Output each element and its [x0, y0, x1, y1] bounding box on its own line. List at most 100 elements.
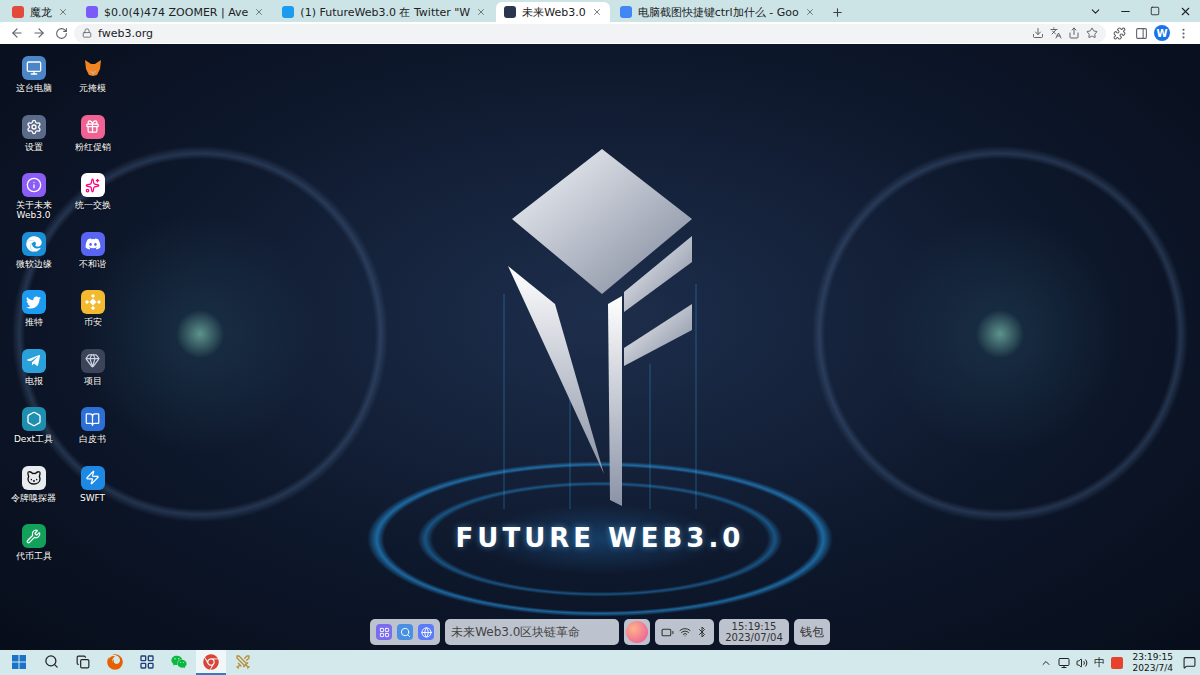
lock-icon: [82, 28, 92, 38]
address-bar[interactable]: fweb3.org: [74, 24, 1106, 43]
forward-button[interactable]: [30, 24, 48, 42]
desktop-icon[interactable]: 这台电脑: [4, 56, 63, 115]
profile-button[interactable]: W: [1154, 25, 1170, 41]
desktop-icon-tile: [81, 290, 105, 314]
game-icon: [235, 654, 251, 670]
taskbar-app[interactable]: [132, 650, 162, 675]
edge-icon: [26, 236, 42, 252]
notification-icon[interactable]: [1183, 656, 1196, 669]
desktop-icon[interactable]: Dext工具: [4, 407, 63, 466]
desktop-icon[interactable]: 粉红促销: [63, 115, 122, 174]
desktop-icon[interactable]: 项目: [63, 349, 122, 408]
desktop-icon-tile: [81, 115, 105, 139]
info-icon: [26, 177, 42, 193]
dock-app[interactable]: [418, 624, 434, 640]
network-icon[interactable]: [1058, 657, 1070, 669]
desktop-icon-label: 关于未来Web3.0: [7, 200, 61, 221]
desktop-icon[interactable]: 不和谐: [63, 232, 122, 291]
desktop-icon[interactable]: 币安: [63, 290, 122, 349]
taskbar-app[interactable]: [196, 650, 226, 675]
side-panel-button[interactable]: [1132, 24, 1150, 42]
desktop-icon-tile: [81, 349, 105, 373]
taskbar-app[interactable]: [164, 650, 194, 675]
desktop-icon[interactable]: 令牌嗅探器: [4, 466, 63, 525]
wechat-icon: [171, 654, 187, 670]
extensions-button[interactable]: [1110, 24, 1128, 42]
taskbar-app[interactable]: [228, 650, 258, 675]
wallet-button[interactable]: 钱包: [794, 619, 830, 645]
telegram-icon: [26, 353, 41, 368]
desktop-icon-tile: [22, 232, 46, 256]
toolbar: fweb3.org W: [0, 22, 1200, 44]
swft-icon: [85, 470, 100, 485]
desktop-icon[interactable]: 微软边缘: [4, 232, 63, 291]
dock-app[interactable]: [397, 624, 413, 640]
search-button[interactable]: [36, 650, 66, 675]
favicon-icon: [620, 6, 632, 18]
tab-search-button[interactable]: [1080, 0, 1110, 22]
desktop-icon[interactable]: 设置: [4, 115, 63, 174]
desktop-icon[interactable]: SWFT: [63, 466, 122, 525]
desktop-icon[interactable]: 代币工具: [4, 524, 63, 583]
desktop-icon-tile: [81, 56, 105, 80]
task-view-icon: [76, 655, 90, 669]
desktop-icon-tile: [22, 290, 46, 314]
browser-tab[interactable]: 魔龙: [4, 2, 76, 22]
ime-indicator[interactable]: 中: [1094, 655, 1105, 670]
globe-icon: [421, 627, 432, 638]
favicon-icon: [282, 6, 294, 18]
volume-icon[interactable]: [1076, 657, 1088, 669]
desktop-icon-tile: [22, 466, 46, 490]
back-button[interactable]: [8, 24, 26, 42]
taskbar-app[interactable]: [100, 650, 130, 675]
close-tab-button[interactable]: [58, 7, 68, 17]
desktop-icon[interactable]: 统一交换: [63, 173, 122, 232]
taskbar-clock[interactable]: 23:19:152023/7/4: [1129, 652, 1177, 673]
favicon-icon: [504, 6, 516, 18]
browser-tab[interactable]: 电脑截图快捷键ctrl加什么 - Goo: [612, 2, 823, 22]
close-icon: [592, 7, 602, 17]
browser-tab[interactable]: 未来Web3.0: [496, 2, 609, 22]
dock-search[interactable]: 未来Web3.0区块链革命: [445, 619, 619, 645]
desktop-icon-label: 项目: [66, 376, 120, 386]
dock-app[interactable]: [376, 624, 392, 640]
browser-tab[interactable]: $0.0(4)474 ZOOMER | Ave: [78, 2, 272, 22]
desktop-icon[interactable]: 关于未来Web3.0: [4, 173, 63, 232]
desktop-icon[interactable]: 电报: [4, 349, 63, 408]
system-tray: 中 23:19:152023/7/4: [1040, 652, 1196, 673]
future-web3-logo-icon: [500, 144, 700, 509]
desktop-icons: 这台电脑设置关于未来Web3.0 微软边缘推特电报 Dext工具令牌嗅探器代币工具 元…: [0, 44, 122, 619]
translate-icon[interactable]: [1050, 27, 1062, 39]
close-tab-button[interactable]: [805, 7, 815, 17]
sogou-icon[interactable]: [1111, 657, 1123, 669]
desktop-icon[interactable]: 元掩模: [63, 56, 122, 115]
desktop-icon-label: Dext工具: [7, 434, 61, 444]
maximize-button[interactable]: [1140, 0, 1170, 22]
desktop-icon[interactable]: 白皮书: [63, 407, 122, 466]
close-tab-button[interactable]: [254, 7, 264, 17]
start-button[interactable]: [4, 650, 34, 675]
desktop-icon-label: 元掩模: [66, 83, 120, 93]
favicon-icon: [86, 6, 98, 18]
dock-avatar[interactable]: [624, 619, 650, 645]
desktop-icon-tile: [22, 349, 46, 373]
menu-button[interactable]: [1174, 24, 1192, 42]
reload-button[interactable]: [52, 24, 70, 42]
binance-icon: [85, 294, 101, 310]
task-view-button[interactable]: [68, 650, 98, 675]
desktop-icon-tile: [22, 56, 46, 80]
close-tab-button[interactable]: [592, 7, 602, 17]
desktop-icon-label: 令牌嗅探器: [7, 493, 61, 503]
forward-icon: [32, 26, 46, 40]
star-icon[interactable]: [1086, 27, 1098, 39]
new-tab-button[interactable]: [823, 2, 852, 22]
discord-icon: [85, 236, 101, 252]
share-icon[interactable]: [1068, 27, 1080, 39]
minimize-button[interactable]: [1110, 0, 1140, 22]
install-icon[interactable]: [1032, 27, 1044, 39]
desktop-icon[interactable]: 推特: [4, 290, 63, 349]
close-window-button[interactable]: [1170, 0, 1200, 22]
browser-tab[interactable]: (1) FutureWeb3.0 在 Twitter "W: [274, 2, 494, 22]
close-tab-button[interactable]: [476, 7, 486, 17]
chevron-up-icon[interactable]: [1040, 657, 1052, 669]
